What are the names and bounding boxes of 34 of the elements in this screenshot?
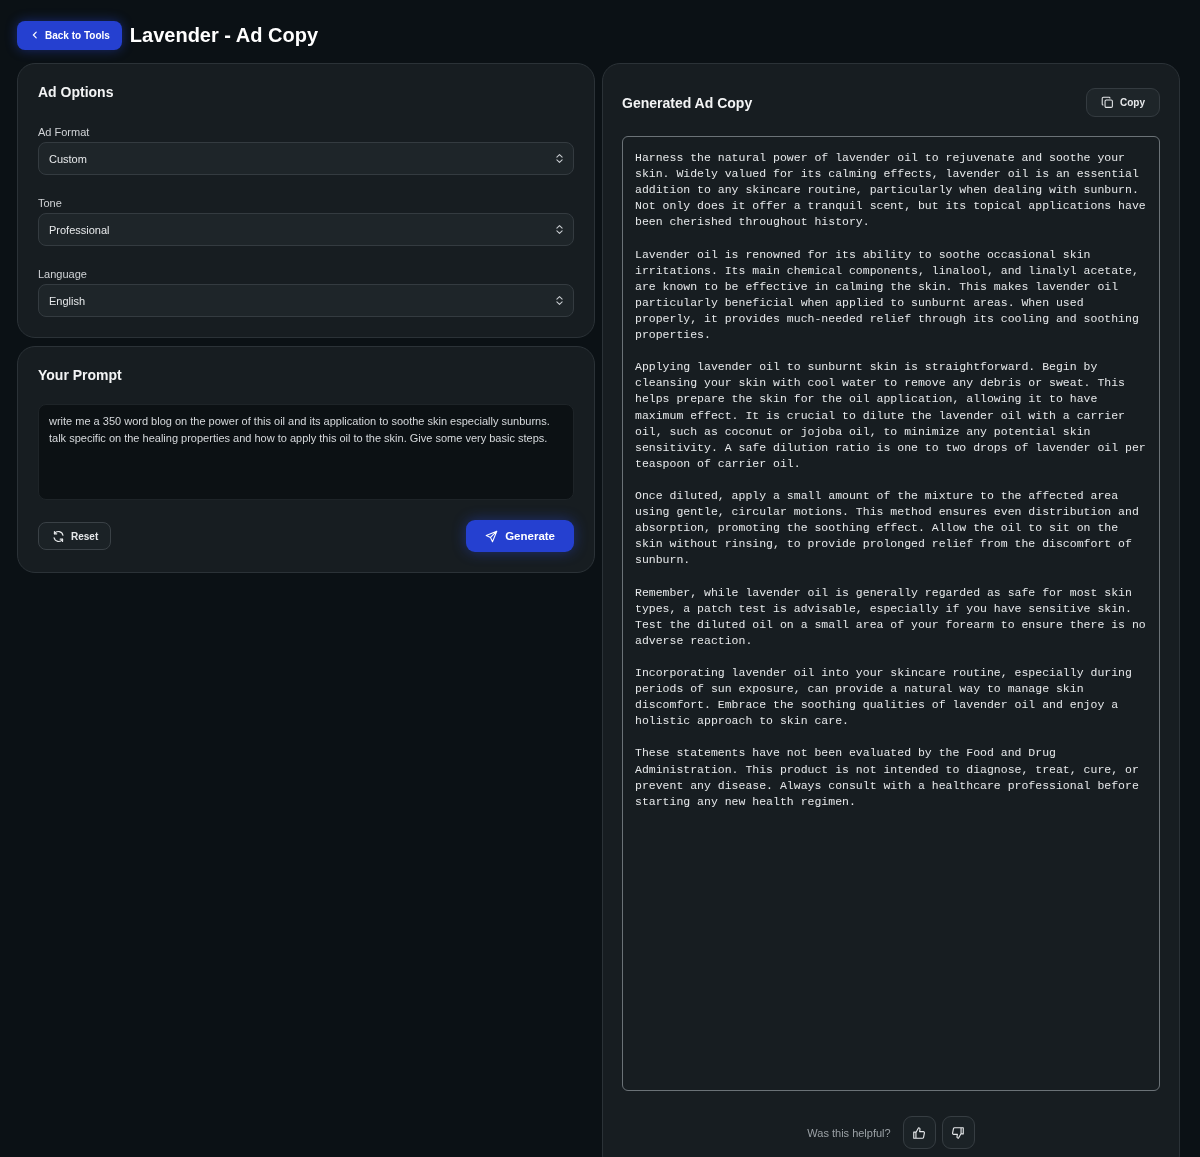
up-down-chevron-icon: [556, 295, 563, 306]
card-title: Ad Options: [38, 84, 115, 100]
select-field[interactable]: Custom: [38, 142, 574, 175]
thumbs-up-icon: [912, 1125, 927, 1140]
ad-copy-paragraph: Incorporating lavender oil into your skincare routine, especially during periods of sun exposure, can provide a natural way to manage skin discomfort. Embrace the soothing qualities of lavender oil and enjoy a holistic approach to skin care.: [635, 665, 1133, 730]
field-label: Tone: [38, 197, 63, 209]
reset-button[interactable]: Reset: [38, 522, 112, 550]
field-label: Language: [38, 268, 88, 280]
thumbs-up-button[interactable]: [902, 1116, 936, 1149]
back-button[interactable]: Back to Tools: [17, 20, 122, 50]
ad-copy-paragraph: Applying lavender oil to sunburnt skin is straightforward. Begin by cleansing your skin with cool water to remove any debris or sweat. This helps prepare the skin for the oil application, allowing it to have maximum effect. It is crucial to dilute the lavender oil with a carrier oil, such as coconut or jojoba oil, to minimize any potential skin sensitivity. A safe dilution ratio is one to two drops of lavender oil per teaspoon of carrier oil.: [635, 359, 1147, 472]
send-icon: [485, 529, 499, 543]
ad-copy-paragraph: Lavender oil is renowned for its ability to soothe occasional skin irritations. Its main chemical components, linalool, and linalyl acetate, are known to be effective in calming the skin. This makes lavender oil particularly beneficial when applied to sunburnt areas. When used properly, it provides much-needed relief through its cooling and soothing properties.: [635, 246, 1140, 344]
ad-copy-paragraph: Harness the natural power of lavender oil to rejuvenate and soothe your skin. Widely valued for its calming effects, lavender oil is an essential addition to any skincare routine, particularly when dealing with sunburn. Not only does it offer a tranquil scent, but its topical applications have been cherished throughout history.: [635, 150, 1147, 231]
card-title: Generated Ad Copy: [622, 94, 753, 111]
feedback-question: Was this helpful?: [807, 1126, 891, 1139]
thumbs-down-icon: [951, 1125, 966, 1140]
ad-copy-paragraph: These statements have not been evaluated by the Food and Drug Administration. This product is not intended to diagnose, treat, cure, or prevent any disease. Always consult with a healthcare professional before starting any new health regimen.: [635, 745, 1140, 810]
copy-button[interactable]: Copy: [1086, 88, 1160, 117]
refresh-icon: [52, 529, 65, 543]
chevron-left-icon: [31, 31, 39, 39]
ad-copy-paragraph: Remember, while lavender oil is generally regarded as safe for most skin types, a patch test is advisable, especially if you have sensitive skin. Test the diluted oil on a small area of your forearm to ensure there is no adverse reaction.: [635, 584, 1147, 649]
up-down-chevron-icon: [556, 224, 563, 235]
copy-icon: [1101, 96, 1114, 109]
up-down-chevron-icon: [556, 153, 563, 164]
select-field[interactable]: Professional: [38, 213, 574, 246]
page-title: Lavender - Ad Copy: [129, 23, 318, 47]
prompt-textarea[interactable]: write me a 350 word blog on the power of this oil and its application to soothe skin especially sunburns. talk specific on the healing properties and how to apply this oil to the skin. Give some very basic steps.: [38, 404, 574, 500]
ad-copy-paragraph: Once diluted, apply a small amount of the mixture to the affected area using gentle, circular motions. This method ensures even distribution and absorption, promoting the soothing effect. Allow the oil to sit on the skin without rinsing, to provide prolonged relief from the discomfort of sunburn.: [635, 487, 1140, 569]
generate-button[interactable]: Generate: [466, 520, 574, 552]
thumbs-down-button[interactable]: [941, 1116, 975, 1149]
card-title: Your Prompt: [38, 367, 123, 383]
field-label: Ad Format: [38, 126, 91, 138]
select-field[interactable]: English: [38, 284, 574, 317]
